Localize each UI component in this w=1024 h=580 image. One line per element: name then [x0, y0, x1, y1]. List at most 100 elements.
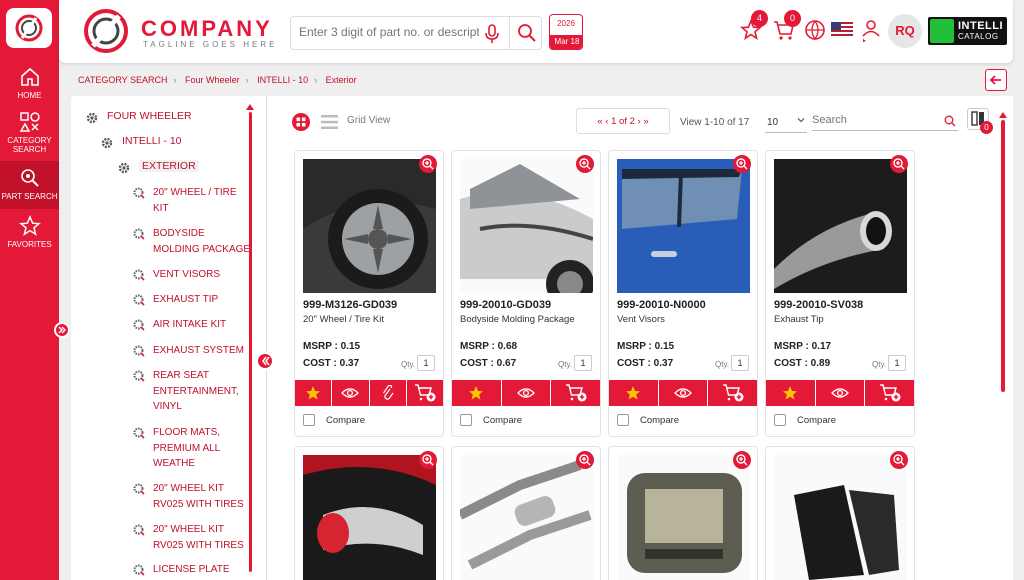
rail-category-search[interactable]: CATEGORY SEARCH: [0, 105, 59, 160]
tree-leaf[interactable]: AIR INTAKE KIT: [132, 317, 242, 333]
compare-checkbox[interactable]: [460, 414, 472, 426]
tree-leaf[interactable]: REAR SEAT ENTERTAINMENT, VINYL: [132, 368, 242, 416]
next-page-icon[interactable]: ›: [638, 116, 641, 127]
compare-checkbox[interactable]: [617, 414, 629, 426]
grid-view-icon[interactable]: [292, 113, 310, 131]
part-number[interactable]: 999-M3126-GD039: [303, 299, 397, 311]
product-image[interactable]: [617, 455, 750, 580]
list-view-icon[interactable]: [321, 114, 338, 130]
cart-button[interactable]: 0: [772, 10, 801, 42]
results-scrollbar[interactable]: [1001, 120, 1005, 392]
tree-leaf[interactable]: FLOOR MATS, PREMIUM ALL WEATHE: [132, 425, 242, 473]
tree-leaf[interactable]: LICENSE PLATE: [132, 562, 242, 578]
global-search-button[interactable]: [509, 17, 543, 49]
favorite-button[interactable]: [609, 380, 659, 406]
calendar-widget[interactable]: 2026 Mar 18: [549, 14, 583, 50]
attachment-button[interactable]: [370, 380, 407, 406]
results-search-input[interactable]: [812, 114, 932, 126]
favorite-button[interactable]: [452, 380, 502, 406]
first-page-icon[interactable]: «: [597, 116, 602, 127]
tree-leaf[interactable]: 20" WHEEL KIT RV025 WITH TIRES: [132, 522, 244, 554]
tree-leaf[interactable]: 20" WHEEL / TIRE KIT: [132, 185, 242, 217]
quantity-input[interactable]: 1: [731, 355, 749, 371]
product-image[interactable]: [617, 159, 750, 293]
product-image[interactable]: [774, 159, 907, 293]
tree-scrollbar[interactable]: [249, 112, 252, 572]
product-card[interactable]: [608, 446, 758, 580]
tree-collapse-button[interactable]: [256, 352, 274, 370]
user-avatar[interactable]: RQ: [888, 14, 922, 48]
breadcrumb-item[interactable]: Four Wheeler: [185, 75, 240, 85]
favorite-button[interactable]: [766, 380, 816, 406]
view-details-button[interactable]: [502, 380, 552, 406]
results-scroll-up-arrow[interactable]: [999, 112, 1007, 118]
zoom-button[interactable]: [733, 155, 751, 173]
zoom-button[interactable]: [419, 451, 437, 469]
rail-logo[interactable]: [0, 0, 59, 58]
compare-checkbox[interactable]: [774, 414, 786, 426]
favorite-button[interactable]: [295, 380, 333, 406]
product-image[interactable]: [303, 159, 436, 293]
per-page-select[interactable]: 10: [765, 114, 807, 133]
view-details-button[interactable]: [332, 380, 370, 406]
tree-leaf[interactable]: 20" WHEEL KIT RV025 WITH TIRES: [132, 481, 244, 513]
part-number[interactable]: 999-20010-GD039: [460, 299, 551, 311]
tree-leaf[interactable]: EXHAUST TIP: [132, 292, 242, 308]
microphone-icon[interactable]: [483, 24, 501, 44]
zoom-button[interactable]: [419, 155, 437, 173]
add-to-cart-button[interactable]: [407, 380, 443, 406]
region-flag-button[interactable]: [831, 22, 853, 38]
last-page-icon[interactable]: »: [643, 116, 648, 127]
compare-checkbox[interactable]: [303, 414, 315, 426]
rail-favorites[interactable]: FAVORITES: [0, 209, 59, 254]
breadcrumb-item[interactable]: CATEGORY SEARCH: [78, 75, 168, 85]
product-card[interactable]: [765, 446, 915, 580]
zoom-button[interactable]: [576, 155, 594, 173]
product-card[interactable]: [451, 446, 601, 580]
add-to-cart-button[interactable]: [708, 380, 757, 406]
product-image[interactable]: [460, 455, 593, 580]
search-icon[interactable]: [944, 115, 956, 127]
zoom-button[interactable]: [733, 451, 751, 469]
add-to-cart-button[interactable]: [865, 380, 914, 406]
product-card[interactable]: [294, 446, 444, 580]
rail-expand-button[interactable]: [54, 322, 70, 338]
tree-leaf[interactable]: VENT VISORS: [132, 267, 242, 283]
quantity-input[interactable]: 1: [417, 355, 435, 371]
results-search: [812, 112, 958, 131]
user-rating-button[interactable]: [859, 18, 883, 44]
view-details-button[interactable]: [659, 380, 709, 406]
favorites-button[interactable]: 4: [739, 10, 768, 42]
zoom-in-icon: [736, 158, 748, 170]
tree-leaf[interactable]: EXHAUST SYSTEM: [132, 343, 244, 359]
product-card[interactable]: 999-20010-N0000 Vent Visors MSRP : 0.15 …: [608, 150, 758, 437]
back-button[interactable]: [985, 69, 1007, 91]
zoom-button[interactable]: [890, 155, 908, 173]
rail-home[interactable]: HOME: [0, 60, 59, 105]
product-card[interactable]: 999-20010-SV038 Exhaust Tip MSRP : 0.17 …: [765, 150, 915, 437]
compare-tray-button[interactable]: 0: [967, 108, 993, 134]
quantity-input[interactable]: 1: [574, 355, 592, 371]
add-to-cart-icon: [722, 384, 744, 402]
view-details-button[interactable]: [816, 380, 866, 406]
part-number[interactable]: 999-20010-N0000: [617, 299, 706, 311]
quantity-input[interactable]: 1: [888, 355, 906, 371]
product-card[interactable]: 999-20010-GD039 Bodyside Molding Package…: [451, 150, 601, 437]
add-to-cart-button[interactable]: [551, 380, 600, 406]
zoom-button[interactable]: [890, 451, 908, 469]
product-image[interactable]: [303, 455, 436, 580]
tree-scroll-up-arrow[interactable]: [246, 104, 254, 110]
zoom-button[interactable]: [576, 451, 594, 469]
rail-part-search[interactable]: PART SEARCH: [0, 161, 59, 209]
global-search-input[interactable]: [299, 25, 479, 39]
catalog-brand-name: INTELLI: [958, 20, 1004, 32]
breadcrumb-item[interactable]: INTELLI - 10: [257, 75, 308, 85]
part-number[interactable]: 999-20010-SV038: [774, 299, 863, 311]
tree-leaf[interactable]: BODYSIDE MOLDING PACKAGE: [132, 226, 250, 258]
eye-icon: [831, 388, 849, 398]
language-button[interactable]: [803, 18, 827, 42]
product-card[interactable]: 999-M3126-GD039 20" Wheel / Tire Kit MSR…: [294, 150, 444, 437]
product-image[interactable]: [460, 159, 593, 293]
product-image[interactable]: [774, 455, 907, 580]
prev-page-icon[interactable]: ‹: [605, 116, 608, 127]
